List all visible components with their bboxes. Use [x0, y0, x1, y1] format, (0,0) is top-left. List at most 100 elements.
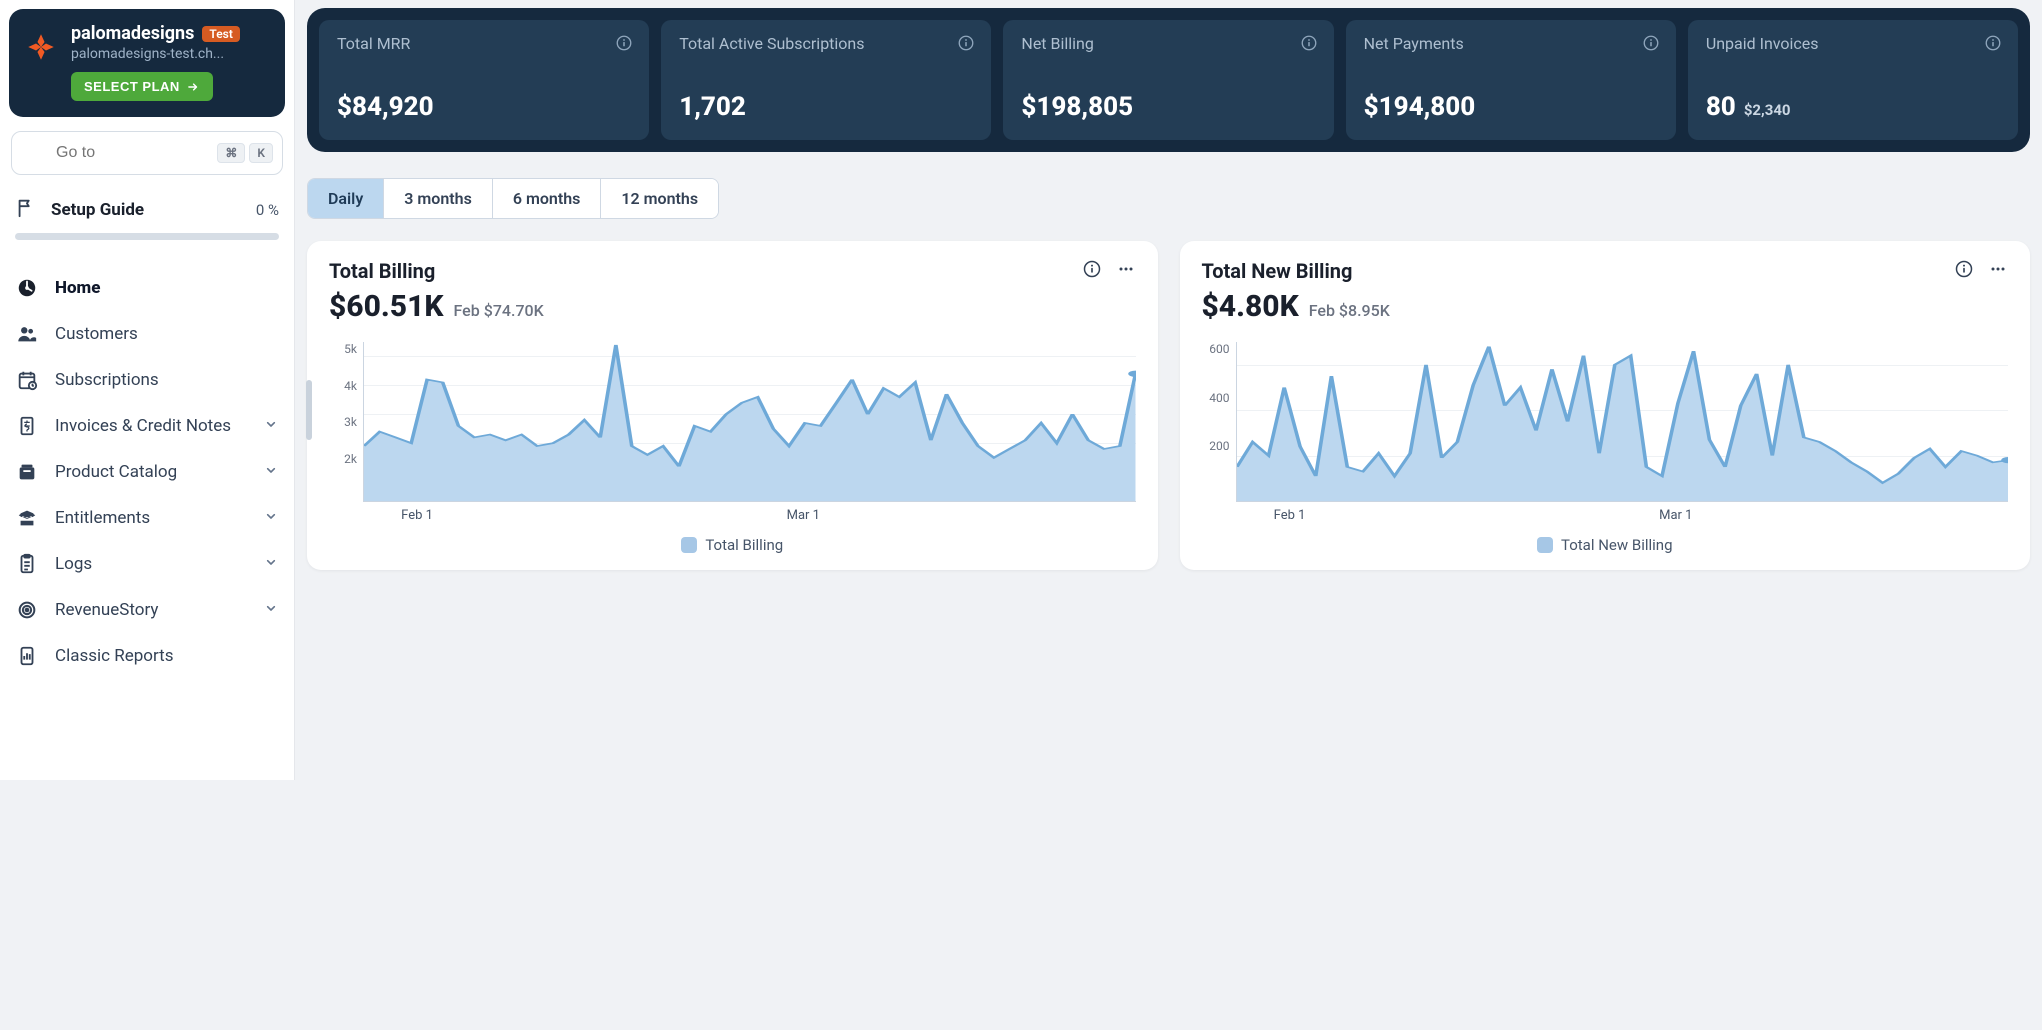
kbd-k: K	[249, 143, 273, 163]
period-tab-6-months[interactable]: 6 months	[493, 179, 602, 218]
chart-legend: Total New Billing	[1202, 536, 2009, 554]
kpi-label: Total Active Subscriptions	[679, 34, 864, 55]
nav-item-revenuestory[interactable]: RevenueStory	[9, 588, 285, 632]
info-icon[interactable]	[1300, 34, 1318, 56]
kpi-label: Net Billing	[1021, 34, 1093, 55]
period-tabs: Daily3 months6 months12 months	[307, 178, 719, 219]
kpi-card[interactable]: Unpaid Invoices 80 $2,340	[1688, 20, 2018, 140]
info-icon[interactable]	[1984, 34, 2002, 56]
nav-item-subscriptions[interactable]: Subscriptions	[9, 358, 285, 402]
chevron-down-icon	[263, 462, 279, 483]
main: Total MRR $84,920 Total Active Subscript…	[295, 0, 2042, 780]
nav-item-label: Logs	[55, 554, 92, 574]
nav-item-label: Subscriptions	[55, 370, 159, 390]
org-domain: palomadesigns-test.ch...	[71, 46, 240, 62]
setup-guide-percent: 0 %	[256, 201, 279, 219]
x-tick: Feb 1	[1274, 508, 1306, 523]
kpi-subvalue: $2,340	[1744, 101, 1791, 119]
y-tick: 2k	[329, 452, 357, 466]
more-icon[interactable]	[1116, 259, 1136, 283]
nav-item-customers[interactable]: Customers	[9, 312, 285, 356]
chart-plot[interactable]: 5k4k3k2k	[329, 342, 1136, 502]
chart-card: Total Billing $60.51K Feb $74.70K 5k4k3k2…	[307, 241, 1158, 570]
search-shortcut: ⌘ K	[217, 143, 273, 163]
y-tick: 600	[1202, 342, 1230, 356]
chevron-down-icon	[263, 416, 279, 437]
chart-value: $60.51K	[329, 289, 444, 324]
select-plan-button[interactable]: SELECT PLAN	[71, 72, 213, 101]
nav-item-label: Invoices & Credit Notes	[55, 416, 231, 436]
kpi-strip: Total MRR $84,920 Total Active Subscript…	[307, 8, 2030, 152]
setup-guide-link[interactable]: Setup Guide 0 %	[15, 197, 279, 223]
info-icon[interactable]	[1082, 259, 1102, 283]
chevron-down-icon	[263, 508, 279, 529]
info-icon[interactable]	[1642, 34, 1660, 56]
scrollbar-thumb[interactable]	[306, 380, 312, 440]
nav-item-logs[interactable]: Logs	[9, 542, 285, 586]
kpi-label: Total MRR	[337, 34, 410, 55]
arrow-right-icon	[186, 80, 200, 94]
y-tick: 400	[1202, 391, 1230, 405]
period-tab-12-months[interactable]: 12 months	[601, 179, 718, 218]
revenuestory-icon	[15, 598, 39, 622]
x-axis: Feb 1Mar 1	[1202, 502, 2009, 526]
period-tab-daily[interactable]: Daily	[308, 179, 384, 218]
legend-label: Total New Billing	[1561, 536, 1673, 554]
select-plan-label: SELECT PLAN	[84, 79, 180, 94]
nav-item-home[interactable]: Home	[9, 266, 285, 310]
x-axis: Feb 1Mar 1	[329, 502, 1136, 526]
kpi-card[interactable]: Total MRR $84,920	[319, 20, 649, 140]
org-card[interactable]: palomadesigns Test palomadesigns-test.ch…	[9, 9, 285, 117]
kpi-label: Unpaid Invoices	[1706, 34, 1819, 55]
legend-swatch	[1537, 537, 1553, 553]
kpi-value: $198,805	[1021, 92, 1133, 122]
legend-swatch	[681, 537, 697, 553]
chart-subvalue: Feb $8.95K	[1309, 301, 1390, 320]
chart-subvalue: Feb $74.70K	[454, 301, 544, 320]
invoices-credit-notes-icon	[15, 414, 39, 438]
kbd-cmd: ⌘	[217, 143, 245, 163]
kpi-value: $194,800	[1364, 92, 1476, 122]
home-icon	[15, 276, 39, 300]
chart-title: Total New Billing	[1202, 259, 1955, 283]
chart-legend: Total Billing	[329, 536, 1136, 554]
search-box[interactable]: ⌘ K	[11, 131, 283, 175]
kpi-card[interactable]: Total Active Subscriptions 1,702	[661, 20, 991, 140]
setup-guide-label: Setup Guide	[51, 200, 244, 220]
more-icon[interactable]	[1988, 259, 2008, 283]
sidebar: palomadesigns Test palomadesigns-test.ch…	[0, 0, 295, 780]
plot-area	[363, 342, 1136, 502]
nav-item-invoices-credit-notes[interactable]: Invoices & Credit Notes	[9, 404, 285, 448]
kpi-value: 80	[1706, 92, 1736, 122]
chart-card: Total New Billing $4.80K Feb $8.95K60040…	[1180, 241, 2031, 570]
y-tick: 4k	[329, 379, 357, 393]
kpi-label: Net Payments	[1364, 34, 1464, 55]
setup-progress-bar	[15, 233, 279, 240]
entitlements-icon	[15, 506, 39, 530]
nav-item-label: Classic Reports	[55, 646, 174, 666]
info-icon[interactable]	[957, 34, 975, 56]
plot-area	[1236, 342, 2009, 502]
chart-plot[interactable]: 600400200	[1202, 342, 2009, 502]
nav-item-entitlements[interactable]: Entitlements	[9, 496, 285, 540]
kpi-card[interactable]: Net Payments $194,800	[1346, 20, 1676, 140]
classic-reports-icon	[15, 644, 39, 668]
customers-icon	[15, 322, 39, 346]
org-logo-icon	[23, 29, 59, 65]
logs-icon	[15, 552, 39, 576]
kpi-card[interactable]: Net Billing $198,805	[1003, 20, 1333, 140]
kpi-value: 1,702	[679, 92, 746, 122]
chart-cards: Total Billing $60.51K Feb $74.70K 5k4k3k2…	[307, 241, 2030, 570]
org-env-badge: Test	[202, 26, 240, 42]
legend-label: Total Billing	[705, 536, 783, 554]
chart-title: Total Billing	[329, 259, 1082, 283]
flag-icon	[15, 197, 39, 223]
info-icon[interactable]	[1954, 259, 1974, 283]
chevron-down-icon	[263, 554, 279, 575]
x-tick: Mar 1	[787, 508, 820, 523]
nav-item-product-catalog[interactable]: Product Catalog	[9, 450, 285, 494]
nav-item-classic-reports[interactable]: Classic Reports	[9, 634, 285, 678]
nav-item-label: RevenueStory	[55, 600, 158, 620]
info-icon[interactable]	[615, 34, 633, 56]
period-tab-3-months[interactable]: 3 months	[384, 179, 493, 218]
